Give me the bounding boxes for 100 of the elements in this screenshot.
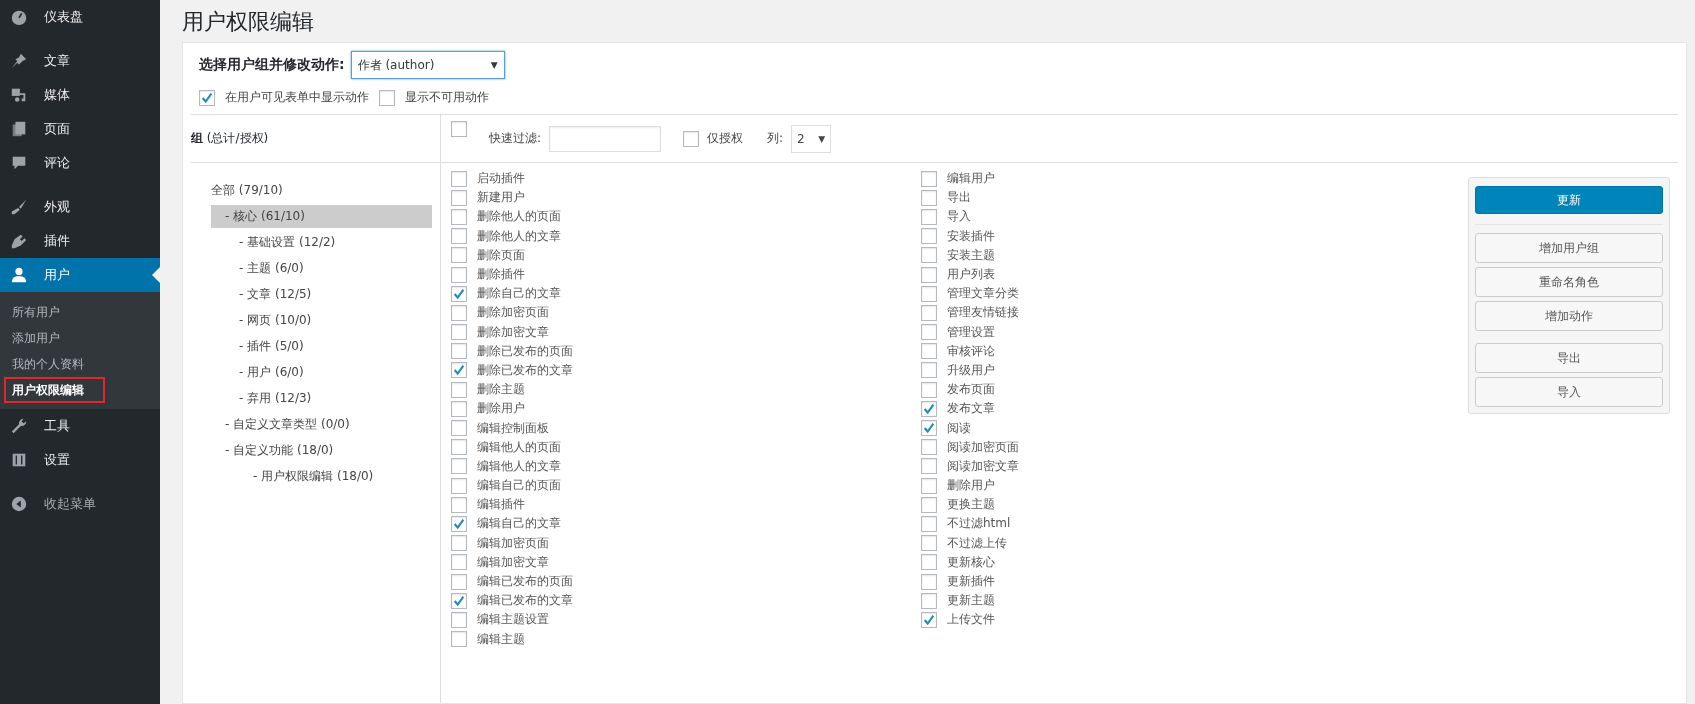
action-button[interactable]: 导入	[1475, 377, 1663, 407]
checkbox[interactable]	[379, 89, 395, 106]
role-select[interactable]: 作者 (author) ▼	[350, 51, 505, 79]
checkbox[interactable]	[921, 343, 937, 360]
checkbox[interactable]	[921, 170, 937, 187]
checkbox[interactable]	[921, 573, 937, 590]
checkbox[interactable]	[451, 170, 467, 187]
checkbox[interactable]	[451, 554, 467, 571]
checkbox[interactable]	[451, 515, 467, 532]
checkbox[interactable]	[451, 573, 467, 590]
checkbox[interactable]	[921, 592, 937, 609]
checkbox[interactable]	[921, 477, 937, 494]
checkbox[interactable]	[451, 631, 467, 648]
sidebar-menu-item[interactable]: 仪表盘	[0, 0, 160, 34]
checkbox[interactable]	[921, 611, 937, 628]
sidebar-menu-item[interactable]: 用户	[0, 258, 160, 292]
checkbox[interactable]	[451, 285, 467, 302]
tree-item[interactable]: - 自定义功能 (18/0)	[225, 438, 432, 462]
checkbox[interactable]	[451, 477, 467, 494]
checkbox[interactable]	[921, 439, 937, 456]
checkbox[interactable]	[451, 400, 467, 417]
granted-only-checkbox[interactable]	[683, 130, 700, 147]
sidebar-menu-item[interactable]: 文章	[0, 44, 160, 78]
checkbox[interactable]	[921, 381, 937, 398]
checkbox[interactable]	[921, 266, 937, 283]
capability-label: 更新插件	[947, 573, 995, 591]
tree-item[interactable]: - 文章 (12/5)	[239, 282, 432, 306]
checkbox[interactable]	[451, 592, 467, 609]
action-button[interactable]: 导出	[1475, 343, 1663, 373]
checkbox[interactable]	[451, 496, 467, 513]
tree-item[interactable]: - 主题 (6/0)	[239, 256, 432, 280]
action-button[interactable]: 重命名角色	[1475, 267, 1663, 297]
checkbox[interactable]	[921, 496, 937, 513]
checkbox[interactable]	[921, 247, 937, 264]
capability-label: 删除加密文章	[477, 323, 549, 341]
tree-item[interactable]: - 插件 (5/0)	[239, 334, 432, 358]
action-button[interactable]: 增加动作	[1475, 301, 1663, 331]
capability-label: 编辑加密文章	[477, 553, 549, 571]
checkbox[interactable]	[921, 515, 937, 532]
select-all-checkbox[interactable]	[451, 121, 467, 137]
checkbox[interactable]	[921, 400, 937, 417]
update-button[interactable]: 更新	[1475, 186, 1663, 214]
sidebar-menu-item[interactable]: 工具	[0, 409, 160, 443]
submenu-item[interactable]: 我的个人资料	[4, 351, 156, 377]
submenu-item[interactable]: 用户权限编辑	[4, 377, 105, 403]
checkbox[interactable]	[451, 228, 467, 245]
checkbox[interactable]	[451, 439, 467, 456]
collapse-menu-button[interactable]: 收起菜单	[0, 487, 160, 521]
tree-item[interactable]: - 用户 (6/0)	[239, 360, 432, 384]
quick-filter-field[interactable]	[549, 125, 662, 152]
checkbox[interactable]	[921, 458, 937, 475]
checkbox[interactable]	[921, 535, 937, 552]
checkbox[interactable]	[921, 554, 937, 571]
capability-label: 编辑他人的页面	[477, 438, 561, 456]
sidebar-menu-item[interactable]: 外观	[0, 190, 160, 224]
checkbox[interactable]	[451, 611, 467, 628]
columns-select[interactable]: 2 ▼	[791, 124, 832, 153]
capability-label: 导出	[947, 189, 971, 207]
checkbox[interactable]	[921, 420, 937, 437]
checkbox[interactable]	[451, 362, 467, 379]
sidebar-menu-item[interactable]: 插件	[0, 224, 160, 258]
capability-label: 安装主题	[947, 246, 995, 264]
action-button[interactable]: 增加用户组	[1475, 233, 1663, 263]
checkbox[interactable]	[921, 189, 937, 206]
tree-item[interactable]: - 自定义文章类型 (0/0)	[225, 412, 432, 436]
checkbox[interactable]	[451, 266, 467, 283]
checkbox[interactable]	[921, 304, 937, 321]
capability-label: 编辑控制面板	[477, 419, 549, 437]
checkbox[interactable]	[451, 381, 467, 398]
checkbox[interactable]	[451, 189, 467, 206]
tree-item[interactable]: - 用户权限编辑 (18/0)	[253, 464, 432, 488]
submenu-item[interactable]: 添加用户	[4, 325, 156, 351]
checkbox[interactable]	[921, 285, 937, 302]
checkbox[interactable]	[451, 420, 467, 437]
tree-item[interactable]: - 弃用 (12/3)	[239, 386, 432, 410]
sidebar-menu-item[interactable]: 设置	[0, 443, 160, 477]
capability-label: 编辑已发布的页面	[477, 573, 573, 591]
sidebar-menu-item[interactable]: 评论	[0, 146, 160, 180]
checkbox[interactable]	[451, 324, 467, 341]
media-icon	[10, 86, 28, 104]
tree-item[interactable]: - 网页 (10/0)	[239, 308, 432, 332]
capability-label: 删除主题	[477, 381, 525, 399]
checkbox[interactable]	[451, 343, 467, 360]
submenu-item[interactable]: 所有用户	[4, 299, 156, 325]
checkbox[interactable]	[921, 324, 937, 341]
checkbox[interactable]	[451, 458, 467, 475]
checkbox[interactable]	[451, 304, 467, 321]
tree-item[interactable]: - 核心 (61/10)	[211, 204, 432, 228]
checkbox[interactable]	[451, 535, 467, 552]
sidebar-menu-item[interactable]: 媒体	[0, 78, 160, 112]
checkbox[interactable]	[451, 208, 467, 225]
checkbox[interactable]	[451, 247, 467, 264]
tree-item[interactable]: 全部 (79/10)	[211, 178, 432, 202]
tree-item[interactable]: - 基础设置 (12/2)	[239, 230, 432, 254]
checkbox[interactable]	[921, 362, 937, 379]
checkbox[interactable]	[921, 208, 937, 225]
capability-label: 管理友情链接	[947, 304, 1019, 322]
sidebar-menu-item[interactable]: 页面	[0, 112, 160, 146]
checkbox[interactable]	[921, 228, 937, 245]
checkbox[interactable]	[199, 89, 215, 106]
